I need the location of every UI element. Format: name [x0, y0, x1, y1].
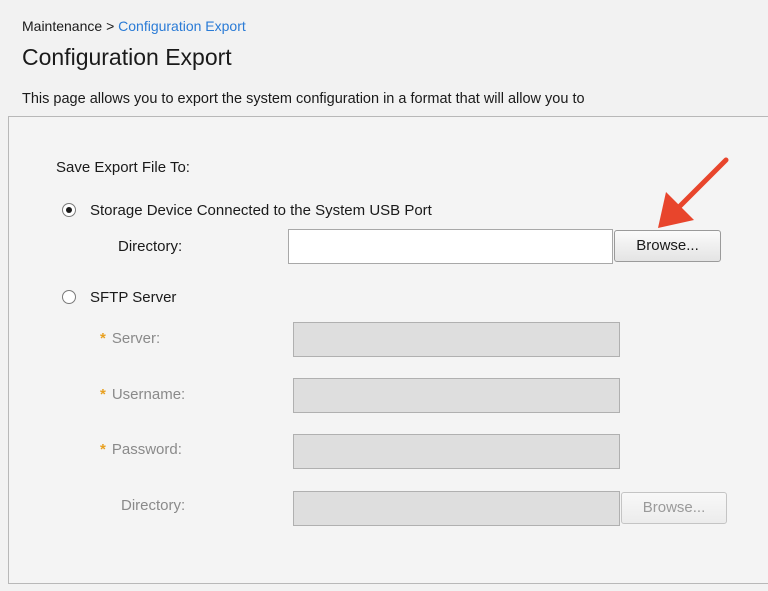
- breadcrumb-parent[interactable]: Maintenance: [22, 18, 102, 34]
- password-input: [293, 434, 620, 469]
- server-input: [293, 322, 620, 357]
- usb-radio[interactable]: [62, 203, 76, 217]
- breadcrumb: Maintenance > Configuration Export: [22, 18, 246, 34]
- username-label-text: Username:: [111, 386, 186, 403]
- server-label: * Server:: [100, 330, 160, 347]
- username-input: [293, 378, 620, 413]
- password-label: * Password:: [100, 441, 182, 458]
- server-label-text: Server:: [111, 330, 161, 347]
- save-to-label: Save Export File To:: [56, 159, 190, 176]
- sftp-browse-button: Browse...: [621, 492, 727, 524]
- required-marker: *: [100, 386, 106, 403]
- password-label-text: Password:: [111, 441, 182, 458]
- usb-directory-input[interactable]: [288, 229, 613, 264]
- sftp-option-label[interactable]: SFTP Server: [90, 289, 176, 306]
- required-marker: *: [100, 441, 106, 458]
- sftp-directory-label: Directory:: [121, 497, 186, 514]
- usb-directory-label: Directory:: [118, 238, 183, 255]
- breadcrumb-current[interactable]: Configuration Export: [118, 18, 246, 34]
- username-label: * Username:: [100, 386, 185, 403]
- sftp-radio[interactable]: [62, 290, 76, 304]
- sftp-directory-input: [293, 491, 620, 526]
- usb-option-label[interactable]: Storage Device Connected to the System U…: [90, 202, 432, 219]
- breadcrumb-separator: >: [106, 18, 115, 34]
- page-title: Configuration Export: [22, 44, 232, 70]
- page-description: This page allows you to export the syste…: [22, 91, 585, 107]
- required-marker: *: [100, 330, 106, 347]
- usb-browse-button[interactable]: Browse...: [614, 230, 721, 262]
